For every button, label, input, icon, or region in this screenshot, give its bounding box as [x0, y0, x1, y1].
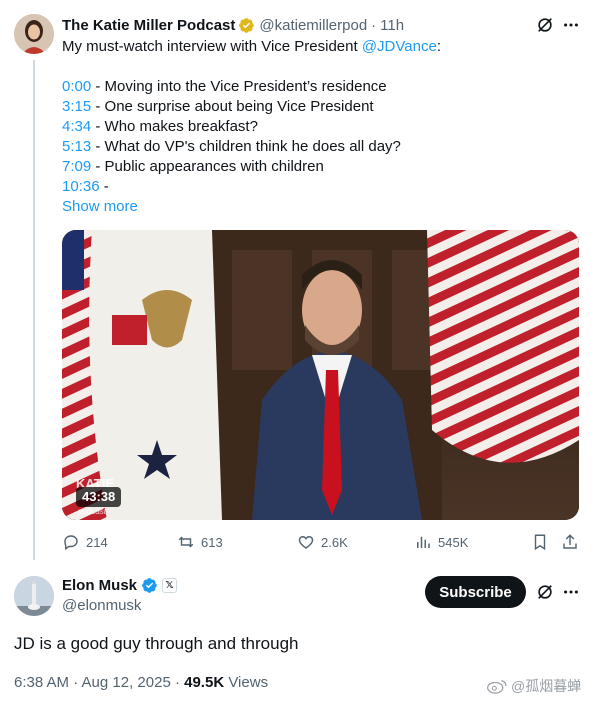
tweet-time[interactable]: 11h: [380, 17, 404, 34]
chapter-timestamp-link[interactable]: 5:13: [62, 138, 91, 155]
reply-author-name[interactable]: Elon Musk: [62, 577, 137, 594]
chapter-list: 0:00 - Moving into the Vice President’s …: [62, 77, 401, 197]
tweet-views-label: Views: [224, 674, 269, 691]
bookmark-button[interactable]: [531, 533, 555, 551]
tweet-text-suffix: :: [436, 38, 441, 55]
grok-icon[interactable]: [536, 583, 554, 601]
grok-icon[interactable]: [536, 16, 554, 34]
chapter-timestamp-link[interactable]: 0:00: [62, 78, 91, 95]
blue-verified-icon: [141, 577, 158, 594]
author-name[interactable]: The Katie Miller Podcast: [62, 17, 235, 34]
parent-tweet-header: The Katie Miller Podcast @katiemillerpod…: [62, 15, 404, 35]
parent-tweet-text: My must-watch interview with Vice Presid…: [62, 37, 441, 57]
more-options-icon[interactable]: [562, 583, 580, 601]
tweet-text-prefix: My must-watch interview with Vice Presid…: [62, 38, 362, 55]
repost-icon: [178, 536, 194, 548]
chapter-timestamp-link[interactable]: 3:15: [62, 98, 91, 115]
chapter-label: -: [99, 178, 109, 195]
reply-button[interactable]: 214: [62, 533, 108, 551]
chapter-label: - What do VP's children think he does al…: [91, 138, 401, 155]
chapter-label: - Public appearances with children: [91, 158, 324, 175]
analytics-icon: [417, 536, 430, 548]
views-button[interactable]: 545K: [414, 533, 468, 551]
share-button[interactable]: [561, 533, 585, 551]
chapter-item: 10:36 -: [62, 177, 401, 197]
tweet-views-count: 49.5K: [184, 674, 225, 691]
reply-author-handle[interactable]: @elonmusk: [62, 597, 141, 614]
weibo-logo-icon: [487, 680, 507, 694]
more-options-icon[interactable]: [562, 16, 580, 34]
tweet-actions-bar: 214 613 2.6K 545K: [62, 533, 579, 555]
chapter-item: 7:09 - Public appearances with children: [62, 157, 401, 177]
chapter-label: - Who makes breakfast?: [91, 118, 258, 135]
repost-button[interactable]: 613: [177, 533, 223, 551]
chapter-timestamp-link[interactable]: 4:34: [62, 118, 91, 135]
video-duration-badge: 43:38: [76, 487, 122, 507]
chapter-label: - One surprise about being Vice Presiden…: [91, 98, 374, 115]
thread-line: [33, 60, 35, 560]
subscribe-button[interactable]: Subscribe: [425, 576, 526, 608]
chapter-timestamp-link[interactable]: 7:09: [62, 158, 91, 175]
chapter-item: 3:15 - One surprise about being Vice Pre…: [62, 97, 401, 117]
reply-count: 214: [86, 534, 108, 550]
reply-icon: [64, 535, 78, 551]
reply-tweet-text: JD is a good guy through and through: [14, 634, 299, 653]
tweet-timestamp[interactable]: 6:38 AM · Aug 12, 2025 ·: [14, 674, 184, 691]
views-count: 545K: [438, 534, 469, 550]
watermark-text: @孤烟暮蝉: [511, 678, 582, 694]
reply-author-header: Elon Musk 𝕏: [62, 577, 178, 594]
chapter-timestamp-link[interactable]: 10:36: [62, 178, 100, 195]
author-handle[interactable]: @katiemillerpod: [259, 17, 367, 34]
separator-dot: ·: [371, 16, 377, 34]
katie-miller-avatar[interactable]: [14, 14, 54, 54]
repost-count: 613: [201, 534, 223, 550]
like-button[interactable]: 2.6K: [297, 533, 348, 551]
share-icon: [563, 534, 577, 549]
x-affiliate-badge-icon[interactable]: 𝕏: [162, 578, 178, 593]
video-watermark-sub: podcast: [77, 507, 107, 516]
like-count: 2.6K: [321, 534, 348, 550]
video-thumbnail: KATIE podcast: [62, 230, 579, 520]
chapter-label: - Moving into the Vice President’s resid…: [91, 78, 387, 95]
tweet-metadata: 6:38 AM · Aug 12, 2025 · 49.5K Views: [14, 674, 268, 691]
mention-link[interactable]: @JDVance: [362, 38, 437, 55]
gold-verified-icon: [238, 17, 255, 34]
show-more-link[interactable]: Show more: [62, 197, 138, 217]
video-player[interactable]: KATIE podcast: [62, 230, 579, 520]
heart-icon: [298, 536, 314, 549]
chapter-item: 5:13 - What do VP's children think he do…: [62, 137, 401, 157]
elon-musk-avatar[interactable]: [14, 576, 54, 616]
chapter-item: 0:00 - Moving into the Vice President’s …: [62, 77, 401, 97]
bookmark-icon: [534, 534, 546, 551]
weibo-watermark: @孤烟暮蝉: [486, 676, 581, 696]
chapter-item: 4:34 - Who makes breakfast?: [62, 117, 401, 137]
